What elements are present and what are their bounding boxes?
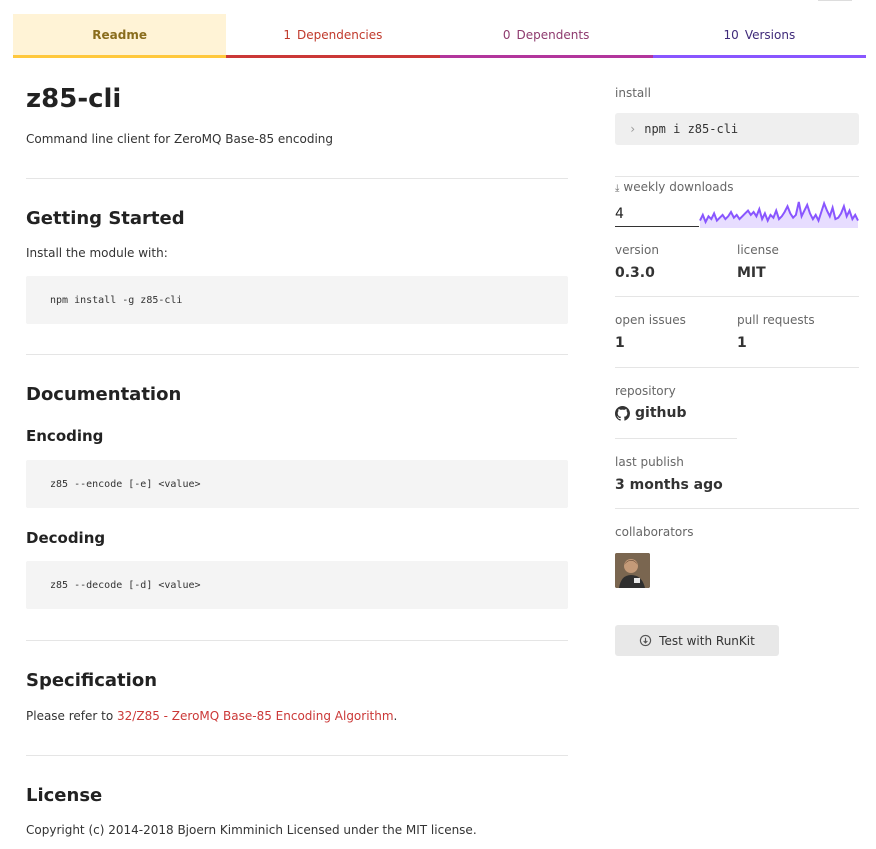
heading-license: License	[26, 785, 103, 806]
license-text: Copyright (c) 2014-2018 Bjoern Kimminich…	[26, 823, 477, 837]
tab-versions-label: Versions	[744, 27, 796, 42]
tab-dependents[interactable]: 0 Dependents	[439, 14, 653, 58]
divider	[615, 438, 737, 439]
code-block-decoding: z85 --decode [-d] <value>	[26, 561, 568, 609]
tab-dependencies-count: 1	[283, 27, 291, 42]
heading-documentation: Documentation	[26, 384, 182, 405]
code-install-text: npm install -g z85-cli	[50, 294, 183, 306]
divider	[615, 508, 859, 509]
license-value: MIT	[737, 265, 766, 281]
package-tabs: Readme 1 Dependencies 0 Dependents 10 Ve…	[13, 14, 866, 58]
weekly-downloads-label: weekly downloads	[623, 180, 734, 194]
divider	[615, 296, 859, 297]
tab-dependents-count: 0	[502, 27, 511, 42]
divider	[26, 640, 568, 641]
collaborators-label: collaborators	[615, 525, 694, 539]
install-instructions: Install the module with:	[26, 246, 168, 260]
repository-value: github	[635, 405, 687, 421]
code-block-encoding: z85 --encode [-e] <value>	[26, 460, 568, 508]
package-description: Command line client for ZeroMQ Base-85 e…	[26, 132, 334, 146]
code-decoding-text: z85 --decode [-d] <value>	[50, 579, 201, 591]
pull-requests-value[interactable]: 1	[737, 335, 747, 351]
open-issues-label: open issues	[615, 313, 686, 327]
specification-prefix: Please refer to	[26, 709, 118, 723]
runkit-label: Test with RunKit	[659, 633, 755, 648]
install-command-box[interactable]: › npm i z85-cli	[615, 113, 859, 145]
heading-specification: Specification	[26, 670, 158, 691]
downloads-underline	[615, 226, 699, 227]
download-icon: ⤓	[615, 183, 620, 194]
last-publish-value: 3 months ago	[615, 477, 723, 493]
divider	[26, 755, 568, 756]
tab-versions-count: 10	[723, 27, 739, 42]
version-label: version	[615, 243, 659, 257]
package-title: z85-cli	[26, 84, 122, 114]
tab-readme-label: Readme	[92, 27, 147, 42]
repository-label: repository	[615, 384, 676, 398]
test-with-runkit-button[interactable]: Test with RunKit	[615, 625, 779, 656]
github-icon	[615, 405, 630, 421]
top-border-stub	[818, 0, 852, 1]
divider	[26, 178, 568, 179]
divider	[615, 176, 859, 177]
divider	[26, 354, 568, 355]
open-issues-value[interactable]: 1	[615, 335, 625, 351]
install-command-text: npm i z85-cli	[644, 122, 739, 136]
code-encoding-text: z85 --encode [-e] <value>	[50, 478, 201, 490]
tab-dependents-label: Dependents	[516, 27, 590, 42]
pull-requests-label: pull requests	[737, 313, 815, 327]
chevron-right-icon: ›	[629, 122, 637, 136]
tab-readme[interactable]: Readme	[13, 14, 227, 58]
specification-link[interactable]: 32/Z85 - ZeroMQ Base-85 Encoding Algorit…	[117, 709, 394, 723]
heading-encoding: Encoding	[26, 427, 104, 445]
weekly-downloads-value: 4	[615, 206, 624, 222]
repository-link[interactable]: github	[615, 405, 686, 421]
tab-dependencies[interactable]: 1 Dependencies	[226, 14, 440, 58]
divider	[615, 367, 859, 368]
last-publish-label: last publish	[615, 455, 684, 469]
tab-dependencies-label: Dependencies	[296, 27, 383, 42]
install-label: install	[615, 86, 651, 100]
specification-suffix: .	[393, 709, 398, 723]
tab-versions[interactable]: 10 Versions	[652, 14, 866, 58]
weekly-downloads-heading: ⤓ weekly downloads	[615, 180, 733, 194]
collaborator-avatar[interactable]	[615, 553, 650, 588]
heading-decoding: Decoding	[26, 529, 106, 547]
version-value: 0.3.0	[615, 265, 655, 281]
runkit-icon	[640, 634, 652, 647]
code-block-install: npm install -g z85-cli	[26, 276, 568, 324]
license-label: license	[737, 243, 779, 257]
specification-text: Please refer to 32/Z85 - ZeroMQ Base-85 …	[26, 709, 397, 723]
heading-getting-started: Getting Started	[26, 208, 185, 229]
weekly-downloads-sparkline	[699, 200, 859, 228]
avatar-image	[615, 553, 650, 588]
